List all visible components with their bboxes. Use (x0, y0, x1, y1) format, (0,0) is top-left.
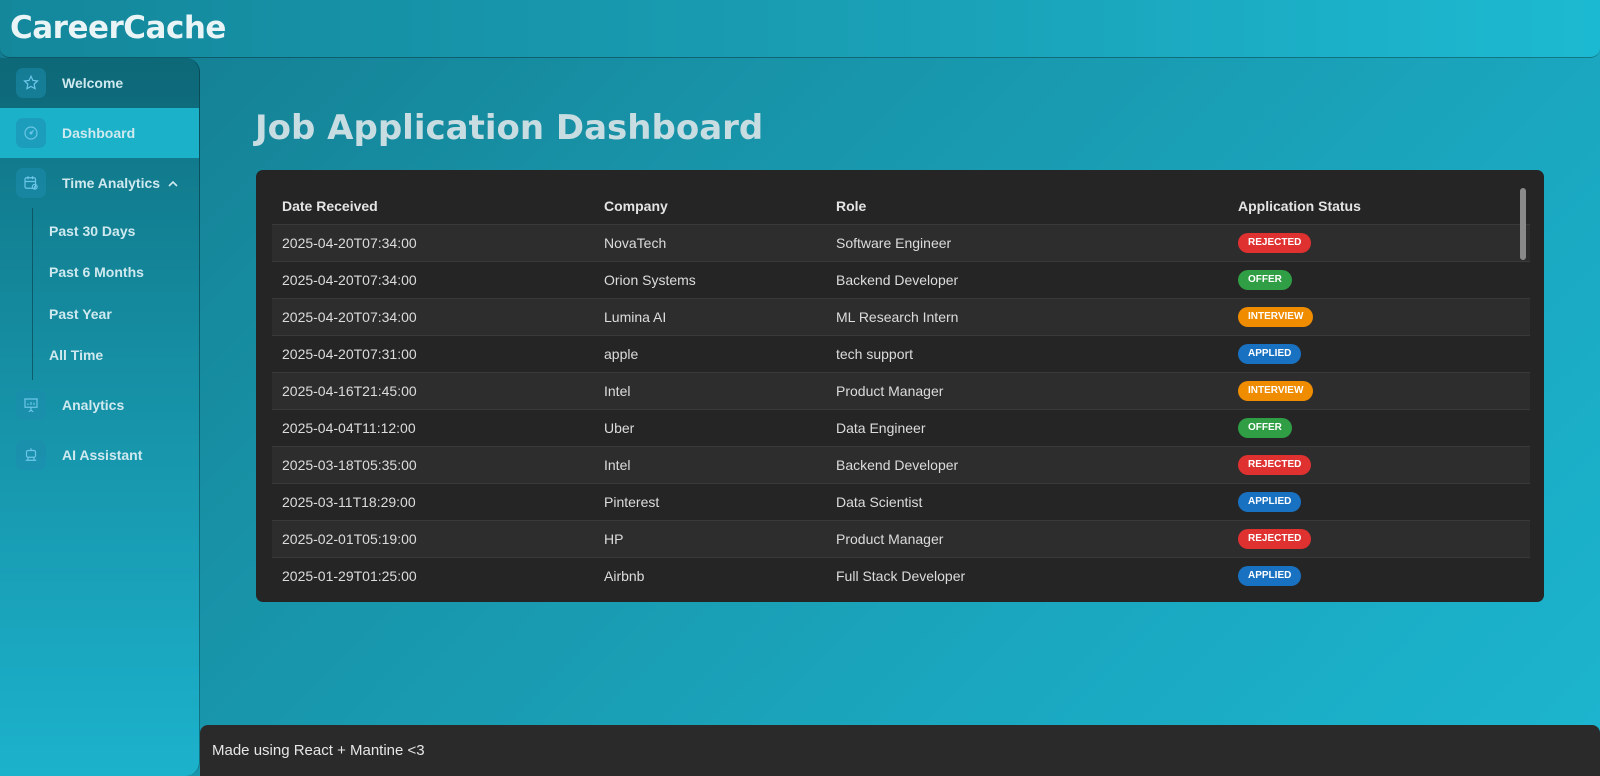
sidebar-subitem-all-time[interactable]: All Time (33, 335, 199, 377)
status-badge: INTERVIEW (1238, 381, 1314, 401)
app-header: CareerCache (0, 0, 1600, 58)
cell-date: 2025-04-16T21:45:00 (272, 372, 594, 410)
sidebar-item-label: Dashboard (62, 125, 136, 141)
table-row: 2025-04-20T07:34:00 Orion Systems Backend … (272, 261, 1530, 299)
table-row: 2025-04-20T07:34:00 Lumina AI ML Research … (272, 298, 1530, 336)
table-header-row: Date Received Company Role Application S… (272, 188, 1530, 225)
cell-role: Data Engineer (826, 409, 1228, 447)
cell-company: NovaTech (594, 224, 826, 262)
sidebar-item-ai-assistant[interactable]: AI Assistant (0, 430, 199, 480)
status-badge: OFFER (1238, 270, 1292, 290)
footer-text: Made using React + Mantine <3 (212, 742, 425, 759)
time-analytics-submenu: Past 30 Days Past 6 Months Past Year All… (32, 208, 199, 380)
applications-table-card: Date Received Company Role Application S… (256, 170, 1544, 602)
table-row: 2025-03-18T05:35:00 Intel Backend Develope… (272, 446, 1530, 484)
cell-date: 2025-04-04T11:12:00 (272, 409, 594, 447)
sidebar-item-dashboard[interactable]: Dashboard (0, 108, 199, 158)
sidebar-subitem-past-30-days[interactable]: Past 30 Days (33, 210, 199, 252)
table-row: 2025-04-20T07:31:00 apple tech support APPL… (272, 335, 1530, 373)
app-title: CareerCache (10, 10, 226, 46)
cell-role: Full Stack Developer (836, 567, 966, 584)
cell-company: Pinterest (594, 483, 826, 521)
cell-status: INTERVIEW (1228, 372, 1530, 410)
table-row: 2025-02-01T05:19:00 HP Product Manager REJE… (272, 520, 1530, 558)
cell-role: Product Manager (826, 372, 1228, 410)
sidebar-item-analytics[interactable]: Analytics (0, 380, 199, 430)
cell-company: apple (594, 335, 826, 373)
status-badge: REJECTED (1238, 233, 1312, 253)
cell-status: REJECTED (1228, 520, 1530, 558)
cell-company: Orion Systems (594, 261, 826, 299)
cell-status: REJECTED (1228, 446, 1530, 484)
cell-company: Uber (594, 409, 826, 447)
sidebar-item-label: Analytics (62, 397, 125, 413)
cell-company: Lumina AI (594, 298, 826, 336)
robot-icon (16, 440, 46, 470)
sidebar-item-label: Time Analytics (62, 175, 161, 191)
sidebar-subitem-past-6-months[interactable]: Past 6 Months (33, 252, 199, 294)
cell-role: Backend Developer (826, 446, 1228, 484)
sidebar-item-time-analytics[interactable]: Time Analytics (0, 158, 199, 208)
column-header-date: Date Received (272, 188, 594, 225)
footer: Made using React + Mantine <3 (200, 725, 1600, 776)
cell-role: Data Scientist (826, 483, 1228, 521)
cell-status: REJECTED (1228, 224, 1530, 262)
cell-status: APPLIED (1228, 557, 1530, 594)
cell-company: HP (594, 520, 826, 558)
status-badge: INTERVIEW (1238, 307, 1314, 327)
status-badge: APPLIED (1238, 566, 1302, 587)
column-header-role: Role (826, 188, 1228, 225)
status-badge: REJECTED (1238, 455, 1312, 475)
cell-date: 2025-01-29T01:25:00 (282, 567, 417, 584)
cell-status: OFFER (1228, 409, 1530, 447)
applications-table: Date Received Company Role Application S… (272, 188, 1530, 594)
cell-date: 2025-03-11T18:29:00 (272, 483, 594, 521)
sidebar-subitem-past-year[interactable]: Past Year (33, 293, 199, 335)
cell-role: ML Research Intern (826, 298, 1228, 336)
sidebar-item-label: AI Assistant (62, 447, 143, 463)
presentation-chart-icon (16, 390, 46, 420)
cell-role: tech support (826, 335, 1228, 373)
table-row: 2025-04-04T11:12:00 Uber Data Engineer OFFE… (272, 409, 1530, 447)
cell-date: 2025-04-20T07:34:00 (272, 261, 594, 299)
gauge-icon (16, 118, 46, 148)
cell-date: 2025-04-20T07:34:00 (272, 224, 594, 262)
column-header-status: Application Status (1228, 188, 1530, 225)
star-icon (16, 68, 46, 98)
status-badge: APPLIED (1238, 344, 1302, 364)
sidebar-item-welcome[interactable]: Welcome (0, 58, 199, 108)
cell-role: Product Manager (826, 520, 1228, 558)
cell-date: 2025-04-20T07:34:00 (272, 298, 594, 336)
table-row: 2025-01-29T01:25:00 Airbnb Full Stack Deve… (272, 557, 1530, 594)
cell-company: Airbnb (604, 567, 645, 584)
table-row: 2025-04-16T21:45:00 Intel Product Manager I… (272, 372, 1530, 410)
status-badge: OFFER (1238, 418, 1292, 438)
cell-role: Backend Developer (826, 261, 1228, 299)
status-badge: REJECTED (1238, 529, 1312, 549)
table-body: 2025-04-20T07:34:00 NovaTech Software Engi… (272, 224, 1530, 594)
status-badge: APPLIED (1238, 492, 1302, 512)
cell-company: Intel (594, 446, 826, 484)
cell-status: OFFER (1228, 261, 1530, 299)
cell-status: APPLIED (1228, 483, 1530, 521)
page-title: Job Application Dashboard (255, 108, 764, 148)
cell-date: 2025-03-18T05:35:00 (272, 446, 594, 484)
table-scrollbar[interactable] (1520, 188, 1526, 260)
cell-role: Software Engineer (826, 224, 1228, 262)
cell-status: INTERVIEW (1228, 298, 1530, 336)
cell-company: Intel (594, 372, 826, 410)
chevron-up-icon[interactable] (167, 177, 179, 189)
cell-date: 2025-02-01T05:19:00 (272, 520, 594, 558)
table-row: 2025-04-20T07:34:00 NovaTech Software Engi… (272, 224, 1530, 262)
cell-date: 2025-04-20T07:31:00 (272, 335, 594, 373)
cell-status: APPLIED (1228, 335, 1530, 373)
column-header-company: Company (594, 188, 826, 225)
table-row: 2025-03-11T18:29:00 Pinterest Data Scienti… (272, 483, 1530, 521)
sidebar: Welcome Dashboard Time Analytics Past 30… (0, 58, 200, 776)
calendar-clock-icon (16, 168, 46, 198)
sidebar-item-label: Welcome (62, 75, 124, 91)
